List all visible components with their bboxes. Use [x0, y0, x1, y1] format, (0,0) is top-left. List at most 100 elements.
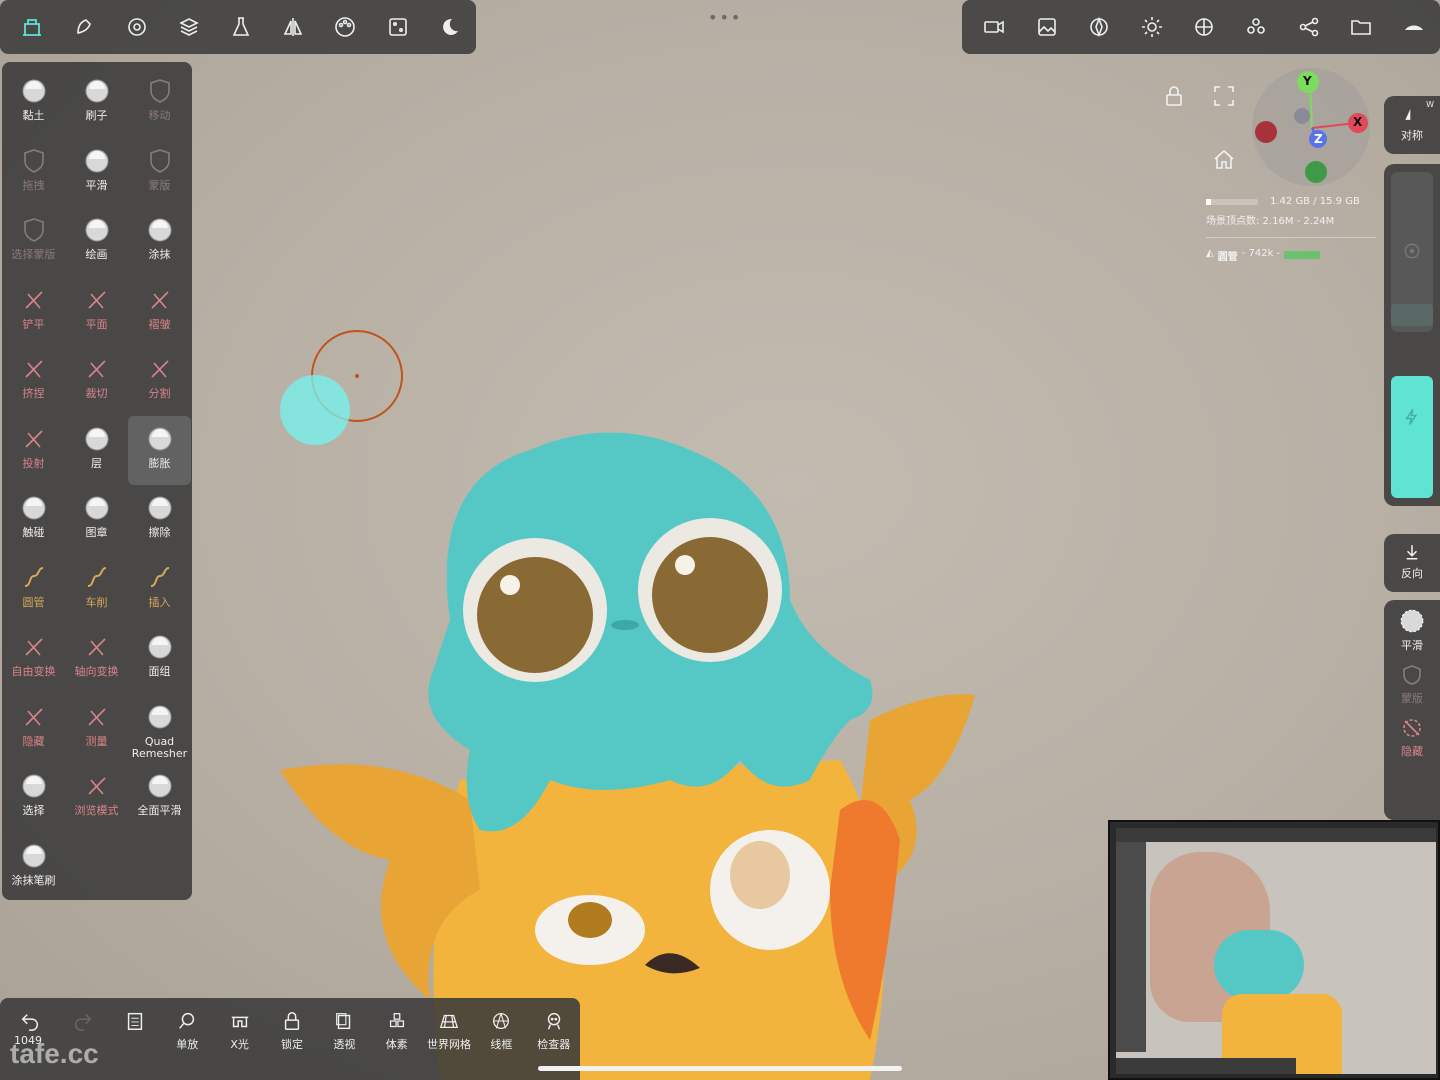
tool-icon — [82, 771, 112, 801]
tool-17[interactable]: 层 — [65, 416, 128, 486]
tool-icon — [19, 285, 49, 315]
tool-10[interactable]: 铲平 — [2, 277, 65, 347]
tool-7[interactable]: 选择蒙版 — [2, 207, 65, 277]
lock-button[interactable]: 锁定 — [266, 998, 318, 1080]
tool-30[interactable]: Quad Remesher — [128, 694, 191, 764]
collapse-button[interactable] — [1388, 0, 1440, 54]
xray-button[interactable]: X光 — [213, 998, 265, 1080]
fullscreen-icon[interactable] — [1212, 84, 1236, 108]
tool-22[interactable]: 圆管 — [2, 555, 65, 625]
layers-button[interactable] — [163, 0, 215, 54]
hide-icon — [1403, 719, 1421, 737]
tool-14[interactable]: 裁切 — [65, 346, 128, 416]
scene-button[interactable] — [6, 0, 58, 54]
tool-5[interactable]: 平滑 — [65, 138, 128, 208]
tool-33[interactable]: 全面平滑 — [128, 763, 191, 833]
render-button[interactable] — [1073, 0, 1125, 54]
tool-21[interactable]: 擦除 — [128, 485, 191, 555]
tool-26[interactable]: 轴向变换 — [65, 624, 128, 694]
home-icon[interactable] — [1212, 148, 1236, 172]
grid-button[interactable]: 世界网格 — [423, 998, 475, 1080]
quick-hide-button[interactable]: 隐藏 — [1384, 706, 1440, 759]
tool-8[interactable]: 绘画 — [65, 207, 128, 277]
tool-label: 投射 — [22, 456, 45, 470]
tool-settings-button[interactable] — [424, 0, 476, 54]
radius-slider[interactable] — [1391, 172, 1433, 332]
mesh-name: 圆管 — [1217, 252, 1238, 263]
tool-11[interactable]: 平面 — [65, 277, 128, 347]
quick-mask-button[interactable]: 蒙版 — [1384, 653, 1440, 706]
redo-icon — [74, 1014, 91, 1031]
paint-button[interactable] — [319, 0, 371, 54]
quick-smooth-button[interactable]: 平滑 — [1384, 600, 1440, 653]
groups-button[interactable] — [1230, 0, 1282, 54]
light-icon — [1141, 17, 1162, 37]
layers-icon — [178, 18, 199, 36]
tool-label: Quad Remesher — [131, 734, 188, 760]
light-button[interactable] — [1125, 0, 1177, 54]
tool-18[interactable]: 膨胀 — [128, 415, 191, 485]
symmetry-button[interactable] — [267, 0, 319, 54]
camera-button[interactable] — [968, 0, 1020, 54]
material-button[interactable] — [215, 0, 267, 54]
tool-label: 车削 — [85, 595, 108, 609]
tool-16[interactable]: 投射 — [2, 416, 65, 486]
settings-button[interactable] — [110, 0, 162, 54]
share-button[interactable] — [1283, 0, 1335, 54]
mesh-info[interactable]: ◭ 圆管 - 742k - — [1206, 248, 1376, 263]
intensity-slider[interactable] — [1391, 376, 1433, 498]
background-button[interactable] — [1020, 0, 1072, 54]
tool-icon — [19, 563, 49, 593]
tool-1[interactable]: 黏土 — [2, 68, 65, 138]
tool-icon — [82, 285, 112, 315]
settings-icon — [127, 18, 146, 36]
voxel-button[interactable]: 体素 — [371, 998, 423, 1080]
history-button[interactable] — [109, 998, 161, 1080]
tool-9[interactable]: 涂抹 — [128, 207, 191, 277]
symmetry-rail-icon — [1405, 106, 1412, 122]
picture-in-picture-video[interactable] — [1108, 820, 1440, 1080]
sculpt-button[interactable] — [58, 0, 110, 54]
tool-25[interactable]: 自由变换 — [2, 624, 65, 694]
tool-15[interactable]: 分割 — [128, 346, 191, 416]
tool-12[interactable]: 褶皱 — [128, 277, 191, 347]
voxel-icon — [389, 1013, 404, 1028]
home-indicator[interactable] — [538, 1066, 902, 1071]
quick-tools-panel: 平滑 蒙版 隐藏 — [1384, 600, 1440, 820]
tool-23[interactable]: 车削 — [65, 555, 128, 625]
perspective-button[interactable]: 透视 — [318, 998, 370, 1080]
background-icon — [1037, 18, 1056, 36]
tool-29[interactable]: 测量 — [65, 694, 128, 764]
tool-3[interactable]: 移动 — [128, 68, 191, 138]
tool-13[interactable]: 挤捏 — [2, 346, 65, 416]
axis-gizmo[interactable]: Y X Z — [1252, 68, 1370, 186]
tool-32[interactable]: 浏览模式 — [65, 763, 128, 833]
folder-button[interactable] — [1335, 0, 1387, 54]
tool-31[interactable]: 选择 — [2, 763, 65, 833]
tool-34[interactable]: 涂抹笔刷 — [2, 833, 65, 903]
tool-24[interactable]: 插入 — [128, 555, 191, 625]
smooth-sphere-icon — [1400, 609, 1424, 633]
tool-28[interactable]: 隐藏 — [2, 694, 65, 764]
tool-label: 插入 — [148, 595, 171, 609]
stroke-button[interactable] — [372, 0, 424, 54]
tool-20[interactable]: 图章 — [65, 485, 128, 555]
matcap-button[interactable] — [1178, 0, 1230, 54]
zoom-button[interactable]: 单放 — [161, 998, 213, 1080]
render-icon — [1090, 16, 1108, 38]
symmetry-panel: 对称 W — [1384, 96, 1440, 154]
bottom-label: 锁定 — [280, 1038, 303, 1051]
tool-2[interactable]: 刷子 — [65, 68, 128, 138]
tool-4[interactable]: 拖拽 — [2, 138, 65, 208]
tool-19[interactable]: 触碰 — [2, 485, 65, 555]
symmetry-icon — [283, 18, 303, 36]
wireframe-button[interactable]: 线框 — [475, 998, 527, 1080]
tool-27[interactable]: 面组 — [128, 624, 191, 694]
invert-button[interactable]: 反向 — [1384, 534, 1440, 581]
quick-hide-label: 隐藏 — [1401, 745, 1423, 758]
tool-6[interactable]: 蒙版 — [128, 138, 191, 208]
tool-label: 选择蒙版 — [11, 248, 56, 261]
drag-handle[interactable]: ••• — [708, 8, 742, 27]
wireframe-icon — [493, 1013, 510, 1029]
lock-view-icon[interactable] — [1162, 84, 1186, 108]
